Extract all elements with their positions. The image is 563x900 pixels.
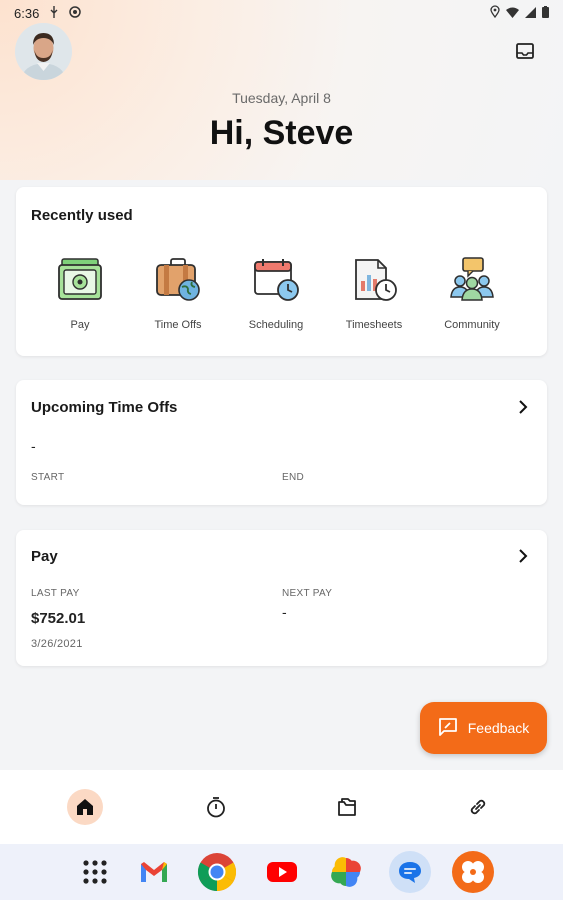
link-icon <box>470 799 486 815</box>
timer-icon <box>207 797 225 818</box>
status-time: 6:36 <box>14 5 40 21</box>
app-grid-icon <box>83 860 107 884</box>
nav-home[interactable] <box>67 789 103 825</box>
chrome-app[interactable] <box>197 852 237 892</box>
pay-title: Pay <box>31 548 58 565</box>
shortcut-pay[interactable]: Pay <box>32 257 128 331</box>
messages-app[interactable] <box>389 851 431 893</box>
home-icon <box>77 799 93 815</box>
usb-icon <box>49 5 59 21</box>
end-label: END <box>282 472 305 483</box>
chevron-right-icon[interactable] <box>517 549 529 563</box>
recently-used-card: Recently used Pay Time Offs Scheduling T… <box>16 187 547 356</box>
photos-app[interactable] <box>326 852 366 892</box>
people-chat-icon <box>424 257 520 303</box>
nav-timer[interactable] <box>198 789 234 825</box>
bottom-navigation <box>0 770 563 844</box>
folders-icon <box>338 798 356 816</box>
employee-app[interactable] <box>452 851 494 893</box>
document-clock-icon <box>326 257 422 303</box>
suitcase-globe-icon <box>130 257 226 303</box>
upcoming-time-offs-card[interactable]: Upcoming Time Offs - START END <box>16 380 547 505</box>
shortcut-scheduling-label: Scheduling <box>248 319 304 331</box>
shortcut-timesheets[interactable]: Timesheets <box>326 257 422 331</box>
feedback-label: Feedback <box>467 720 530 736</box>
greeting: Hi, Steve <box>209 114 354 152</box>
current-date: Tuesday, April 8 <box>232 90 331 106</box>
inbox-icon[interactable] <box>515 42 537 60</box>
time-offs-title: Upcoming Time Offs <box>31 399 178 416</box>
last-pay-amount: $752.01 <box>31 610 86 627</box>
start-label: START <box>31 472 65 483</box>
youtube-app[interactable] <box>262 852 302 892</box>
feedback-button[interactable]: Feedback <box>420 702 547 754</box>
recently-used-title: Recently used <box>31 207 133 224</box>
feedback-icon <box>438 717 458 740</box>
app-drawer-button[interactable] <box>75 852 115 892</box>
money-icon <box>32 257 128 303</box>
shortcut-time-offs[interactable]: Time Offs <box>130 257 226 331</box>
pay-card[interactable]: Pay LAST PAY $752.01 3/26/2021 NEXT PAY … <box>16 530 547 666</box>
status-bar: 6:36 <box>0 0 563 26</box>
wifi-icon <box>506 6 519 21</box>
nav-folders[interactable] <box>329 789 365 825</box>
shortcut-community-label: Community <box>444 319 500 331</box>
shortcut-timesheets-label: Timesheets <box>345 319 403 331</box>
shortcut-scheduling[interactable]: Scheduling <box>228 257 324 331</box>
messages-icon <box>399 862 421 883</box>
signal-icon <box>525 6 536 21</box>
next-pay-value: - <box>282 604 287 620</box>
time-offs-value: - <box>31 438 36 454</box>
system-dock <box>0 844 563 900</box>
location-icon <box>490 5 500 21</box>
last-pay-date: 3/26/2021 <box>31 638 83 650</box>
next-pay-label: NEXT PAY <box>282 588 333 599</box>
youtube-icon <box>267 862 297 882</box>
battery-icon <box>542 5 549 21</box>
photos-pinwheel-icon <box>331 857 361 887</box>
shortcut-time-offs-label: Time Offs <box>154 319 202 331</box>
last-pay-label: LAST PAY <box>31 588 80 599</box>
chrome-icon <box>197 853 237 892</box>
gmail-icon <box>141 862 167 882</box>
shortcut-pay-label: Pay <box>70 319 90 331</box>
chevron-right-icon[interactable] <box>517 400 529 414</box>
app-notification-icon <box>69 5 82 21</box>
employee-app-icon <box>462 861 484 883</box>
gmail-app[interactable] <box>134 852 174 892</box>
shortcut-community[interactable]: Community <box>424 257 520 331</box>
avatar[interactable] <box>15 23 72 80</box>
calendar-clock-icon <box>228 257 324 303</box>
nav-links[interactable] <box>460 789 496 825</box>
